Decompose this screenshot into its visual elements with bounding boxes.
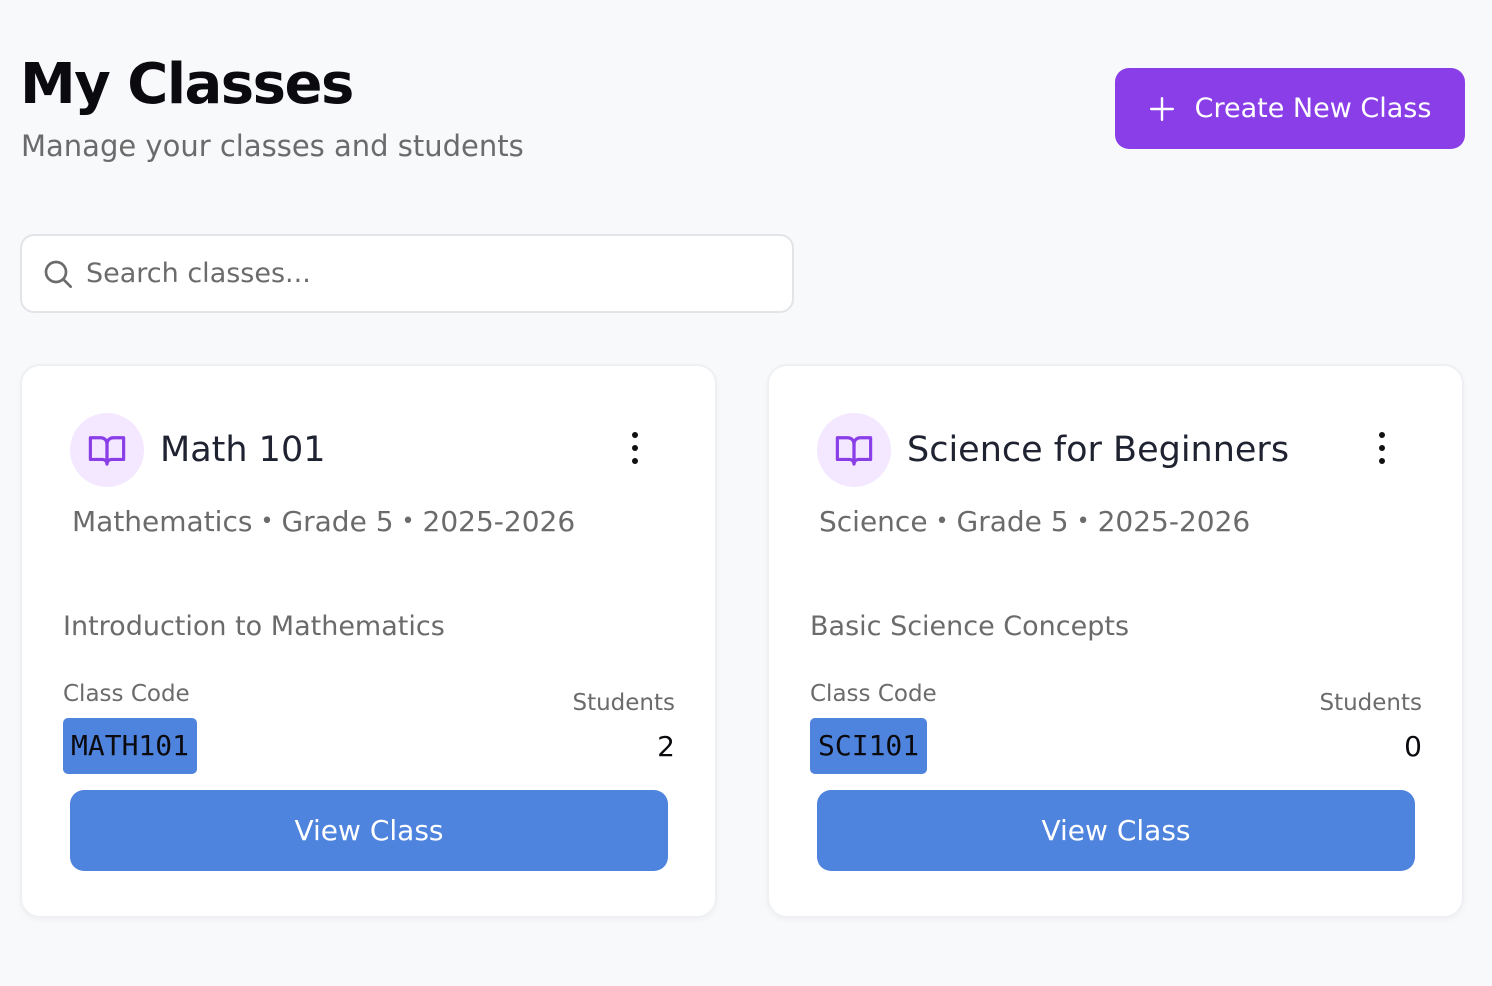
more-options-icon[interactable] [620, 428, 650, 468]
separator-dot: • [260, 509, 274, 534]
search-input[interactable] [86, 258, 726, 289]
class-grade: Grade 5 [281, 505, 394, 538]
separator-dot: • [401, 509, 415, 534]
students-count: 0 [1404, 730, 1422, 763]
class-year: 2025-2026 [422, 505, 576, 538]
create-new-class-button[interactable]: Create New Class [1115, 68, 1465, 149]
class-title: Math 101 [160, 430, 326, 470]
class-description: Introduction to Mathematics [63, 611, 445, 642]
plus-icon [1149, 96, 1174, 121]
class-code-label: Class Code [63, 681, 190, 707]
search-box [20, 234, 794, 313]
class-card: Science for Beginners Science • Grade 5 • 20… [767, 364, 1464, 918]
class-card: Math 101 Mathematics • Grade 5 • 2025-2026 I… [20, 364, 717, 918]
page-subtitle: Manage your classes and students [21, 129, 524, 163]
class-grade: Grade 5 [956, 505, 1069, 538]
class-code[interactable]: SCI101 [810, 718, 928, 774]
book-icon [835, 436, 873, 466]
more-options-icon[interactable] [1367, 428, 1397, 468]
view-class-button[interactable]: View Class [817, 790, 1415, 871]
class-title: Science for Beginners [907, 430, 1290, 470]
students-count: 2 [657, 730, 675, 763]
class-description: Basic Science Concepts [810, 611, 1130, 642]
class-meta: Science • Grade 5 • 2025-2026 [819, 505, 1250, 542]
create-new-class-label: Create New Class [1194, 93, 1432, 124]
class-code-label: Class Code [810, 681, 937, 707]
students-label: Students [572, 690, 675, 716]
view-class-button[interactable]: View Class [70, 790, 668, 871]
class-icon-badge [70, 413, 144, 487]
class-icon-badge [817, 413, 891, 487]
class-year: 2025-2026 [1097, 505, 1251, 538]
class-subject: Science [819, 505, 928, 538]
students-label: Students [1319, 690, 1422, 716]
page-title: My Classes [20, 52, 354, 117]
class-subject: Mathematics [72, 505, 253, 538]
separator-dot: • [1076, 509, 1090, 534]
book-icon [88, 436, 126, 466]
class-meta: Mathematics • Grade 5 • 2025-2026 [72, 505, 575, 542]
separator-dot: • [935, 509, 949, 534]
class-code[interactable]: MATH101 [63, 718, 198, 774]
search-icon [44, 260, 72, 288]
